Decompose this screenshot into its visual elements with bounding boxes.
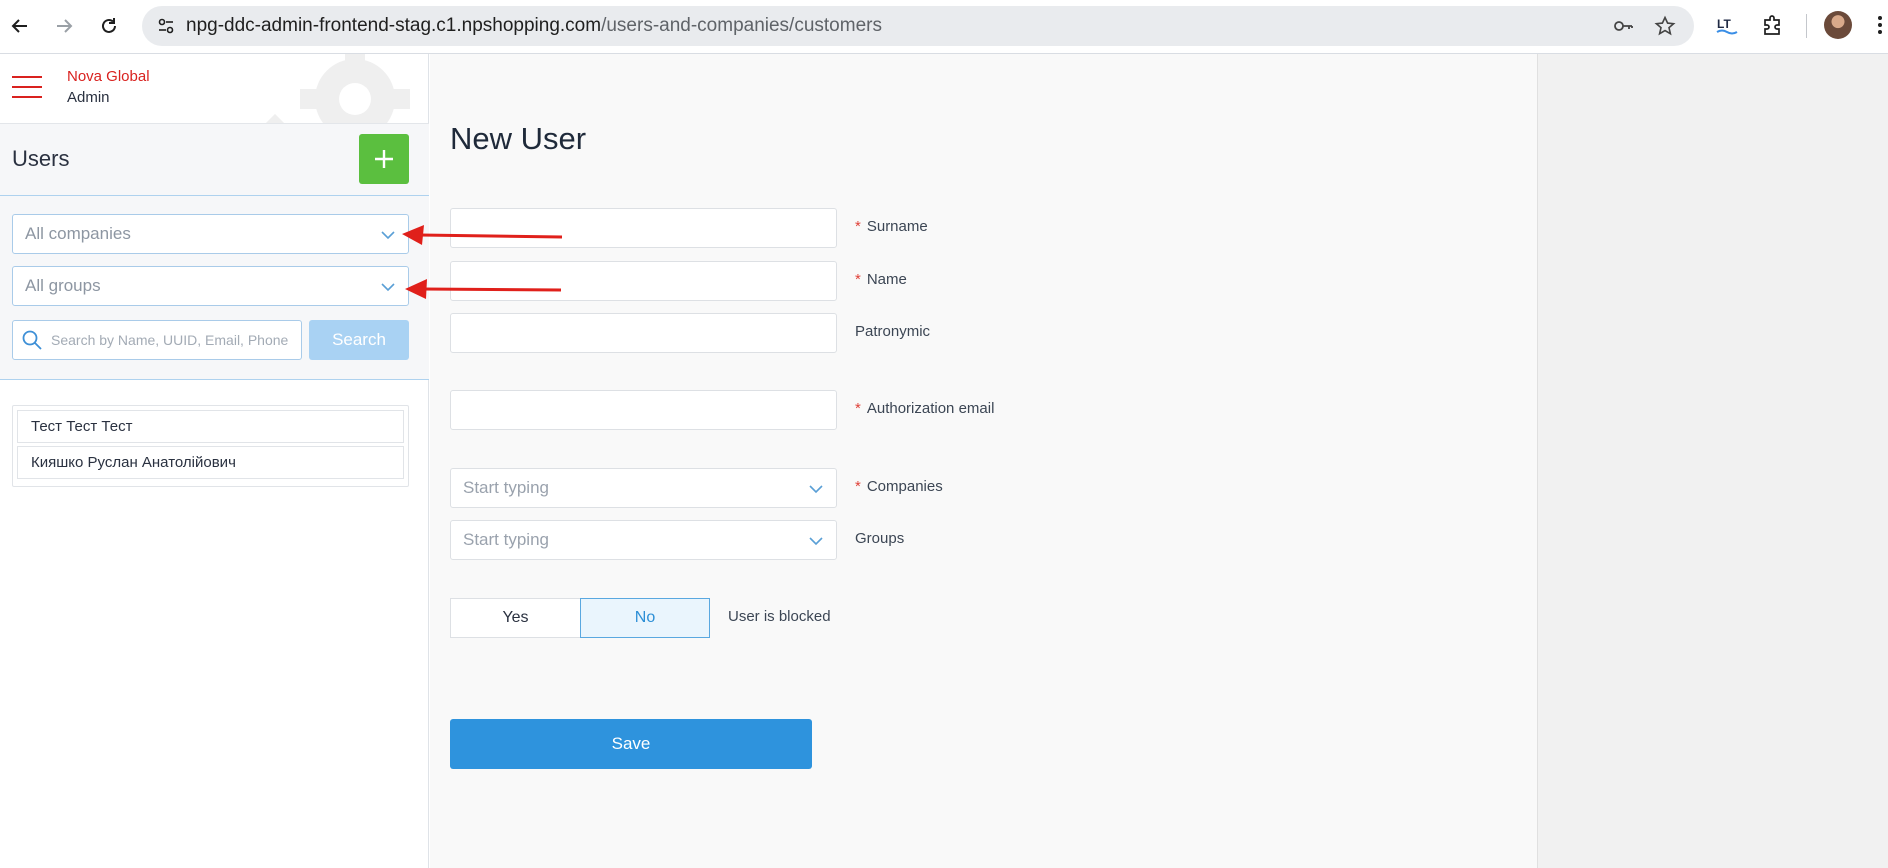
surname-label: * Surname (855, 218, 928, 235)
surname-field[interactable] (450, 208, 837, 248)
bookmark-star-icon[interactable] (1654, 15, 1676, 37)
authorization-email-label: * Authorization email (855, 400, 994, 417)
menu-dots-icon[interactable] (1872, 12, 1888, 38)
required-mark: * (855, 218, 861, 235)
brand-subtitle: Admin (67, 89, 110, 106)
profile-avatar[interactable] (1824, 11, 1852, 39)
groups-select[interactable]: Start typing (450, 520, 837, 560)
main-content: New User * Surname * Name Patronymic * Auth… (430, 54, 1537, 868)
reload-icon[interactable] (94, 11, 124, 41)
url-path: /users-and-companies/customers (601, 15, 882, 36)
companies-select[interactable]: Start typing (450, 468, 837, 508)
brand-name: Nova Global (67, 68, 150, 85)
add-user-button[interactable] (359, 134, 409, 184)
company-filter-value: All companies (25, 224, 131, 243)
user-blocked-label: User is blocked (728, 608, 831, 625)
user-blocked-toggle: Yes No (450, 598, 710, 638)
name-label: * Name (855, 271, 907, 288)
name-field[interactable] (450, 261, 837, 301)
page-title: New User (450, 121, 587, 156)
patronymic-label: Patronymic (855, 323, 931, 340)
blocked-yes-button[interactable]: Yes (450, 598, 580, 638)
authorization-email-input[interactable] (451, 391, 836, 429)
url-host: npg-ddc-admin-frontend-stag.c1.npshoppin… (186, 15, 602, 36)
password-key-icon[interactable] (1612, 15, 1634, 37)
user-list: Тест Тест Тест Кияшко Руслан Анатолійови… (12, 405, 409, 487)
name-label-text: Name (866, 271, 907, 288)
required-mark: * (855, 478, 861, 495)
required-mark: * (855, 271, 861, 288)
groups-placeholder: Start typing (463, 530, 549, 549)
group-filter-value: All groups (25, 276, 101, 295)
extensions-puzzle-icon[interactable] (1759, 12, 1785, 38)
toolbar-divider (1806, 14, 1807, 38)
patronymic-field[interactable] (450, 313, 837, 353)
search-field[interactable] (12, 320, 302, 360)
extension-lt-label: LT (1717, 17, 1731, 31)
blocked-no-button[interactable]: No (580, 598, 710, 638)
authorization-email-label-text: Authorization email (866, 400, 995, 417)
chevron-down-icon (381, 231, 395, 240)
right-panel (1537, 54, 1888, 868)
companies-placeholder: Start typing (463, 478, 549, 497)
group-filter-select[interactable]: All groups (12, 266, 409, 306)
gear-watermark-icon (266, 54, 410, 123)
extension-lt-icon[interactable]: LT (1714, 12, 1740, 38)
surname-label-text: Surname (866, 218, 928, 235)
companies-label-text: Companies (866, 478, 943, 495)
search-input[interactable] (51, 332, 291, 348)
hamburger-menu-icon[interactable] (12, 76, 42, 100)
name-input[interactable] (451, 262, 836, 300)
authorization-email-field[interactable] (450, 390, 837, 430)
brand-header: Nova Global Admin (0, 54, 429, 124)
site-info-icon[interactable] (146, 10, 186, 42)
list-item[interactable]: Кияшко Руслан Анатолійович (17, 446, 404, 479)
required-mark: * (855, 400, 861, 417)
address-bar[interactable]: npg-ddc-admin-frontend-stag.c1.npshoppin… (142, 6, 1694, 46)
groups-label: Groups (855, 530, 905, 547)
users-title: Users (12, 146, 70, 171)
search-button[interactable]: Search (309, 320, 409, 360)
search-icon (22, 330, 42, 350)
forward-icon[interactable] (49, 11, 79, 41)
company-filter-select[interactable]: All companies (12, 214, 409, 254)
companies-label: * Companies (855, 478, 943, 495)
sidebar: Nova Global Admin Users All companies Al… (0, 54, 429, 868)
save-button[interactable]: Save (450, 719, 812, 769)
users-header: Users (0, 124, 429, 196)
chevron-down-icon (809, 537, 823, 546)
list-item[interactable]: Тест Тест Тест (17, 410, 404, 443)
surname-input[interactable] (451, 209, 836, 247)
plus-icon (375, 150, 393, 168)
chevron-down-icon (381, 283, 395, 292)
patronymic-input[interactable] (451, 314, 836, 352)
browser-toolbar: npg-ddc-admin-frontend-stag.c1.npshoppin… (0, 0, 1888, 54)
url-text: npg-ddc-admin-frontend-stag.c1.npshoppin… (186, 15, 882, 37)
chevron-down-icon (809, 485, 823, 494)
back-icon[interactable] (5, 11, 35, 41)
filters-panel: All companies All groups Search (0, 196, 429, 380)
